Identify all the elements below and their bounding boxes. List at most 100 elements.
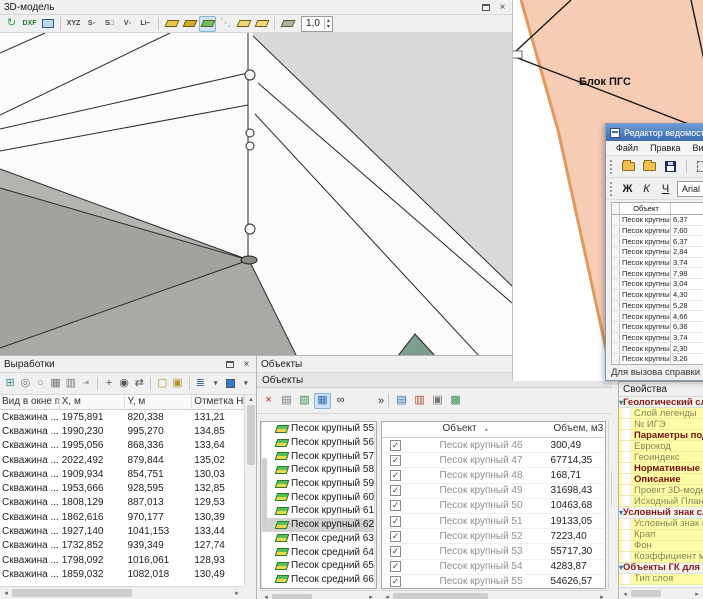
property-row[interactable]: Фон <box>619 541 703 552</box>
plate-top-icon[interactable] <box>235 16 252 32</box>
find-icon[interactable]: ∞ <box>332 393 349 409</box>
checkbox[interactable]: ✓ <box>390 455 401 466</box>
table-row[interactable]: ✓Песок крупный 4767714,35 <box>382 453 605 468</box>
save-icon[interactable] <box>662 159 679 175</box>
copy-sheet-icon[interactable]: ▣ <box>429 393 446 409</box>
solid-body-axes-icon[interactable] <box>181 16 198 32</box>
scroll-thumb[interactable] <box>631 590 661 597</box>
viewport-3d[interactable] <box>0 33 512 357</box>
scroll-right-icon[interactable]: ▸ <box>691 590 703 598</box>
list-item[interactable]: Песок крупный 59 <box>262 477 374 491</box>
menu-file[interactable]: Файл <box>616 143 638 153</box>
list-item[interactable]: Песок крупный 55 <box>262 422 374 436</box>
boreholes-vscrollbar[interactable]: ▴ <box>244 395 256 586</box>
property-group-row[interactable]: ▾Объекты ГК для ф <box>619 563 703 574</box>
list-item[interactable]: Песок крупный 58 <box>262 463 374 477</box>
xyz-coords-icon[interactable]: XYZ <box>65 16 82 32</box>
swap-icon[interactable]: ⇄ <box>132 376 146 392</box>
screen-icon[interactable] <box>39 16 56 32</box>
toolbar-grip[interactable] <box>610 160 613 174</box>
checkbox[interactable]: ✓ <box>390 470 401 481</box>
volumes-report-icon[interactable]: ▥ <box>411 393 428 409</box>
list-item[interactable]: Песок средний 65 <box>262 559 374 573</box>
table-row[interactable]: Скважина ...1798,0921016,061128,93 <box>0 553 244 567</box>
table-row[interactable]: Песок крупный 23,74 <box>612 333 703 344</box>
column-settings-icon[interactable]: ▥ <box>64 376 78 392</box>
table-row[interactable]: Скважина ...1995,056868,336133,64 <box>0 439 244 453</box>
list-item[interactable]: Песок средний 66 <box>262 573 374 587</box>
col-x[interactable]: X, м <box>60 395 126 409</box>
property-row[interactable]: № ИГЭ <box>619 419 703 430</box>
copy-object-icon[interactable]: ▤ <box>278 393 295 409</box>
selection-grip[interactable] <box>513 51 522 58</box>
underline-button[interactable]: Ч <box>658 183 673 195</box>
list-left-scrollbar[interactable] <box>261 422 262 588</box>
table-row[interactable]: Скважина ...1859,0321082,018130,49 <box>0 567 244 581</box>
color-swatch-icon[interactable] <box>224 376 238 392</box>
dialog-titlebar[interactable]: Редактор ведомостей - <box>606 124 703 141</box>
menu-edit[interactable]: Правка <box>650 143 680 153</box>
property-row[interactable]: Еврокод <box>619 441 703 452</box>
scroll-up-icon[interactable]: ▴ <box>245 395 257 403</box>
new-icon[interactable] <box>641 159 658 175</box>
col-object[interactable]: Объект▴ <box>437 422 548 437</box>
properties-hscrollbar[interactable]: ◂ ▸ <box>619 587 703 599</box>
property-row[interactable]: Геоиндекс <box>619 452 703 463</box>
scale-spinner[interactable]: 1,0▴▾ <box>301 16 333 32</box>
property-row[interactable]: Крап <box>619 530 703 541</box>
table-row[interactable]: Песок крупный 27,60 <box>612 226 703 237</box>
table-row[interactable]: ✓Песок крупный 5119133,05 <box>382 514 605 529</box>
list-vscrollbar[interactable]: ▴ ▾ <box>374 422 377 588</box>
table-row[interactable]: ✓Песок крупный 527223,40 <box>382 529 605 544</box>
export-solid-icon[interactable] <box>279 16 296 32</box>
property-row[interactable]: Проект 3D-модель <box>619 485 703 496</box>
checkbox[interactable]: ✓ <box>390 440 401 451</box>
scroll-thumb[interactable] <box>272 594 312 599</box>
swatch-dropdown-icon[interactable]: ▾ <box>239 376 253 392</box>
table-row[interactable]: Скважина ...1953,666928,595132,85 <box>0 481 244 495</box>
col-plan-view[interactable]: Вид в окне плана <box>0 395 60 409</box>
lock-closed-icon[interactable]: ▣ <box>170 376 184 392</box>
scroll-left-icon[interactable]: ◂ <box>619 590 631 598</box>
list-hscrollbar[interactable]: ◂ ▸ <box>260 590 377 599</box>
table-row[interactable]: Скважина ...1732,852939,349127,74 <box>0 539 244 553</box>
solid-body-icon[interactable] <box>163 16 180 32</box>
col-checkbox[interactable] <box>382 422 437 437</box>
col-volume[interactable]: Объем, м3▴ <box>548 422 606 437</box>
points-cloud-icon[interactable]: ⋱ <box>217 16 234 32</box>
report-icon[interactable]: ▤ <box>393 393 410 409</box>
table-row[interactable]: Скважина ...1927,1401041,153133,44 <box>0 524 244 538</box>
borehole-plan-icon[interactable]: ⊞ <box>3 376 17 392</box>
plate-bottom-icon[interactable] <box>253 16 270 32</box>
col-y[interactable]: Y, м <box>125 395 192 409</box>
property-row[interactable]: Описание <box>619 474 703 485</box>
table-row[interactable]: ✓Песок крупный 46300,49 <box>382 438 605 453</box>
table-row[interactable]: ✓Песок крупный 5355717,30 <box>382 544 605 559</box>
table-row[interactable]: Скважина ...1975,891820,338131,21 <box>0 410 244 424</box>
table-row[interactable]: Скважина ...2022,492879,844135,02 <box>0 453 244 467</box>
table-row[interactable]: ✓Песок крупный 5554626,57 <box>382 575 605 589</box>
table-row[interactable]: ✓Песок крупный 48168,71 <box>382 468 605 483</box>
list-item[interactable]: Песок крупный 60 <box>262 490 374 504</box>
scroll-thumb[interactable] <box>262 458 267 528</box>
zoom-to-icon[interactable]: ◎ <box>18 376 32 392</box>
float-window-icon[interactable] <box>480 2 491 13</box>
bold-button[interactable]: Ж <box>620 183 635 195</box>
table-row[interactable]: Скважина ...1808,129887,013129,53 <box>0 496 244 510</box>
property-group-row[interactable]: ▾Геологический слой <box>619 397 703 408</box>
legend-colors-icon[interactable]: ▧ <box>296 393 313 409</box>
float-window-icon[interactable] <box>224 359 235 370</box>
scroll-thumb[interactable] <box>393 593 488 599</box>
spinner-arrows-icon[interactable]: ▴▾ <box>324 18 332 30</box>
boreholes-hscrollbar[interactable]: ◂ ▸ <box>0 586 243 599</box>
col-h[interactable]: Отметка H, м <box>192 395 244 409</box>
table-row[interactable]: Скважина ...1909,934854,751130,03 <box>0 467 244 481</box>
property-row[interactable]: Условный знак ф <box>619 519 703 530</box>
delete-icon[interactable]: × <box>260 393 277 409</box>
list-item[interactable]: Песок средний 64 <box>262 545 374 559</box>
table-row[interactable]: Скважина ...1862,616970,177130,39 <box>0 510 244 524</box>
snap-point-icon[interactable]: ◉ <box>117 376 131 392</box>
font-select[interactable]: Arial ▾ <box>677 181 703 197</box>
scroll-right-icon[interactable]: ▸ <box>231 589 243 597</box>
list-item[interactable]: Песок средний 63 <box>262 532 374 546</box>
